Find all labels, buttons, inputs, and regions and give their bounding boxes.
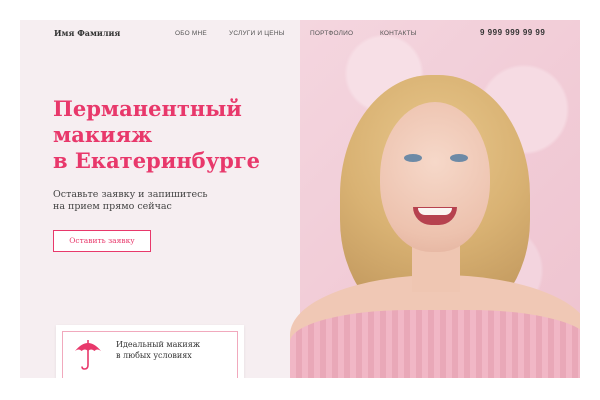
nav-item-portfolio[interactable]: ПОРТФОЛИО [310, 30, 353, 37]
portrait-face [380, 102, 490, 252]
hero-title-line-1: Перманентный [53, 96, 242, 121]
hero-subtitle-line-1: Оставьте заявку и запишитесь [53, 189, 208, 200]
nav-item-services[interactable]: УСЛУГИ И ЦЕНЫ [229, 30, 285, 37]
site-logo[interactable]: Имя Фамилия [54, 28, 120, 38]
phone-number[interactable]: 9 999 999 99 99 [480, 28, 545, 37]
umbrella-icon [75, 340, 101, 370]
feature-card-line-2: в любых условиях [116, 351, 192, 360]
portrait-eye-right [450, 154, 468, 162]
portrait-teeth [418, 208, 452, 215]
hero-subtitle-line-2: на прием прямо сейчас [53, 201, 172, 212]
portrait-top [290, 310, 580, 378]
feature-card-text: Идеальный макияж в любых условиях [116, 339, 200, 361]
nav-item-contacts[interactable]: КОНТАКТЫ [380, 30, 417, 37]
hero-title: Перманентный макияж в Екатеринбурге [53, 96, 293, 174]
hero-title-line-2: макияж [53, 122, 153, 147]
nav-item-about[interactable]: ОБО МНЕ [175, 30, 207, 37]
feature-card-line-1: Идеальный макияж [116, 340, 201, 349]
feature-card: Идеальный макияж в любых условиях [56, 325, 244, 378]
landing-page: Имя Фамилия ОБО МНЕ УСЛУГИ И ЦЕНЫ ПОРТФО… [20, 20, 580, 378]
portrait-eye-left [404, 154, 422, 162]
hero-title-line-3: в Екатеринбурге [53, 148, 261, 173]
hero-photo [290, 20, 580, 378]
submit-request-button[interactable]: Оставить заявку [53, 230, 151, 252]
hero-subtitle: Оставьте заявку и запишитесь на прием пр… [53, 189, 283, 213]
